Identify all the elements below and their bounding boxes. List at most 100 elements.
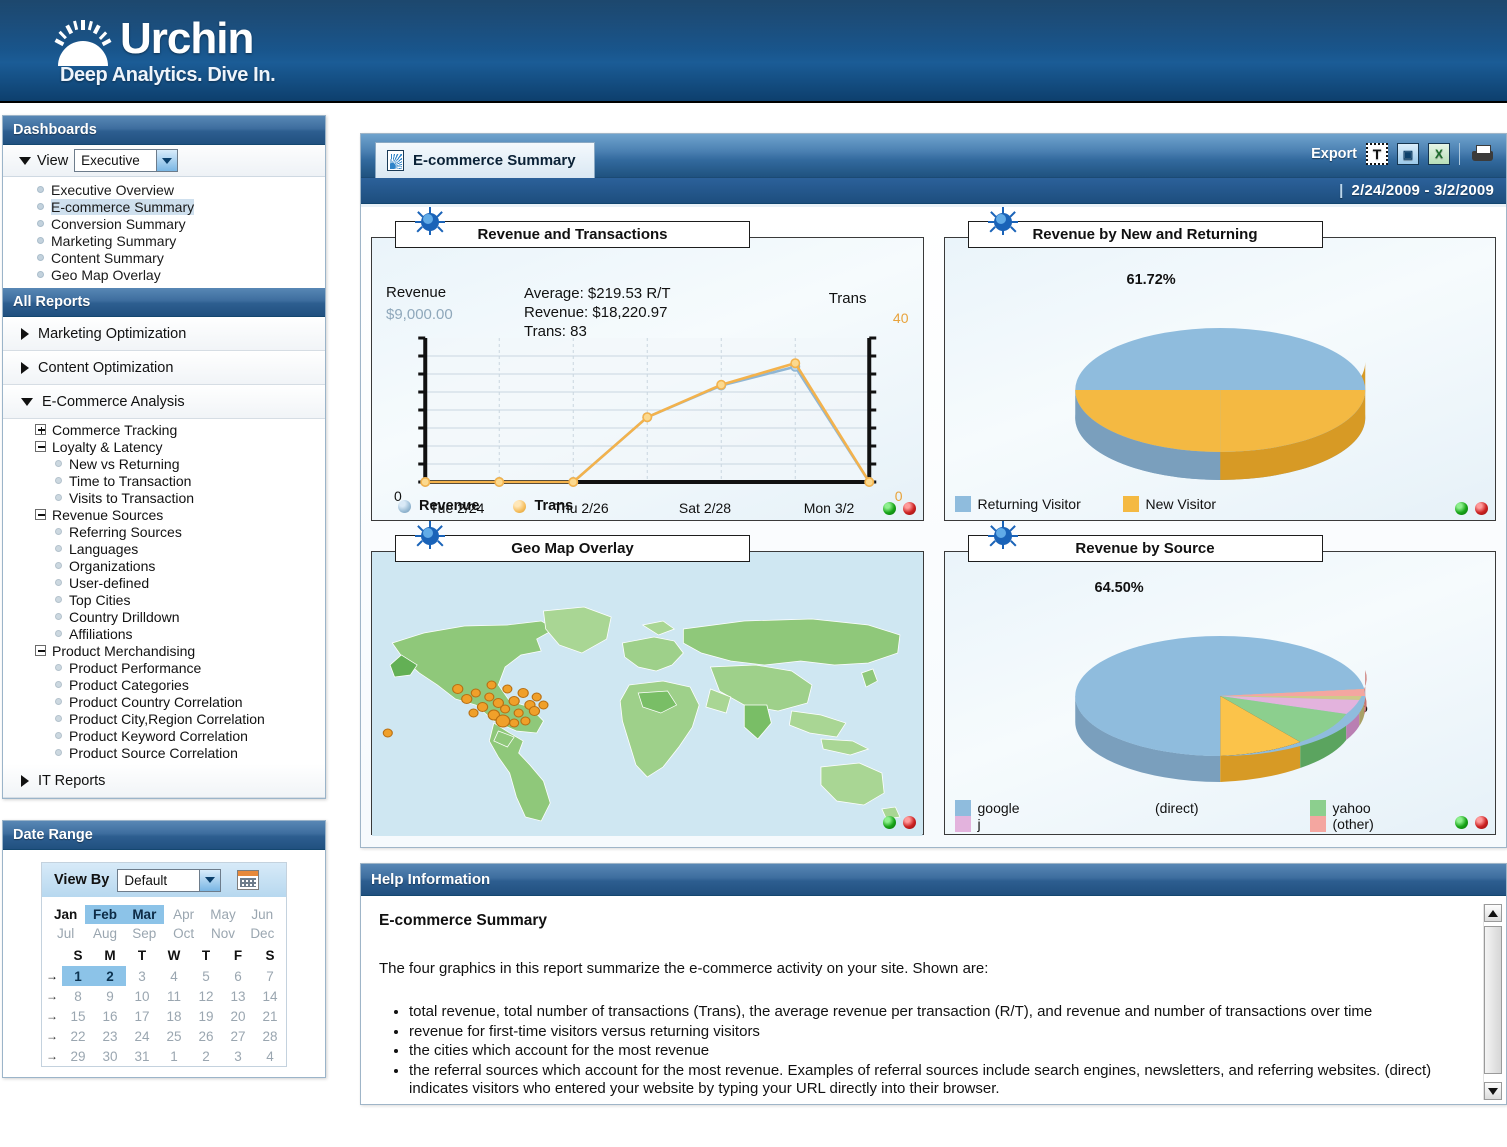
tree-item-product-keyword-correlation[interactable]: Product Keyword Correlation (3, 727, 325, 744)
tree-item-product-merchandising[interactable]: Product Merchandising (3, 642, 325, 659)
calendar-month-dec[interactable]: Dec (243, 924, 282, 943)
tree-item-languages[interactable]: Languages (3, 540, 325, 557)
panel-green-dot-icon[interactable] (1455, 816, 1468, 829)
calendar-day[interactable]: 31 (126, 1046, 158, 1066)
printer-icon[interactable] (1469, 143, 1496, 165)
tree-item-revenue-sources[interactable]: Revenue Sources (3, 506, 325, 523)
calendar-month-jul[interactable]: Jul (46, 924, 85, 943)
calendar-day[interactable]: 2 (94, 966, 126, 986)
tree-item-organizations[interactable]: Organizations (3, 557, 325, 574)
report-category-content-optimization[interactable]: Content Optimization (3, 351, 325, 385)
calendar-day[interactable]: 9 (94, 986, 126, 1006)
tree-item-referring-sources[interactable]: Referring Sources (3, 523, 325, 540)
calendar-day[interactable]: 4 (158, 966, 190, 986)
tree-item-product-source-correlation[interactable]: Product Source Correlation (3, 744, 325, 761)
calendar-month-nov[interactable]: Nov (203, 924, 242, 943)
calendar-day[interactable]: 26 (190, 1026, 222, 1046)
calendar-day[interactable]: 18 (158, 1006, 190, 1026)
calendar-day[interactable]: 13 (222, 986, 254, 1006)
tree-item-product-city-region-correlation[interactable]: Product City,Region Correlation (3, 710, 325, 727)
calendar-day[interactable]: 20 (222, 1006, 254, 1026)
panel-green-dot-icon[interactable] (882, 502, 896, 515)
calendar-day[interactable]: 15 (62, 1006, 94, 1026)
calendar-day[interactable]: 3 (126, 966, 158, 986)
tree-item-country-drilldown[interactable]: Country Drilldown (3, 608, 325, 625)
calendar-day[interactable]: 10 (126, 986, 158, 1006)
panel-green-dot-icon[interactable] (882, 816, 896, 829)
calendar-month-apr[interactable]: Apr (164, 905, 203, 924)
calendar-day[interactable]: 4 (254, 1046, 286, 1066)
calendar-day[interactable]: 1 (158, 1046, 190, 1066)
calendar-day[interactable]: 5 (190, 966, 222, 986)
collapse-icon[interactable] (35, 645, 46, 656)
calendar-day[interactable]: 7 (254, 966, 286, 986)
calendar-month-oct[interactable]: Oct (164, 924, 203, 943)
tree-item-product-categories[interactable]: Product Categories (3, 676, 325, 693)
text-export-icon[interactable]: T (1366, 143, 1388, 165)
calendar-day[interactable]: 14 (254, 986, 286, 1006)
view-select[interactable]: Executive (74, 149, 179, 172)
report-category-marketing-optimization[interactable]: Marketing Optimization (3, 317, 325, 351)
sidebar-item-executive-overview[interactable]: Executive Overview (3, 181, 325, 198)
scroll-up-button[interactable] (1484, 904, 1502, 922)
calendar-day[interactable]: 27 (222, 1026, 254, 1046)
collapse-icon[interactable] (35, 509, 46, 520)
calendar-day[interactable]: 19 (190, 1006, 222, 1026)
view-select-arrow-icon[interactable] (156, 150, 178, 171)
tab-ecommerce-summary[interactable]: E-commerce Summary (375, 142, 595, 178)
select-week-arrow-icon[interactable]: → (42, 1026, 62, 1046)
report-category-e-commerce-analysis[interactable]: E-Commerce Analysis (3, 385, 325, 419)
calendar-day[interactable]: 29 (62, 1046, 94, 1066)
tree-item-product-performance[interactable]: Product Performance (3, 659, 325, 676)
calendar-day[interactable]: 22 (62, 1026, 94, 1046)
chevron-down-icon[interactable] (19, 156, 31, 165)
tree-item-loyalty-latency[interactable]: Loyalty & Latency (3, 438, 325, 455)
calendar-day[interactable]: 8 (62, 986, 94, 1006)
tree-item-top-cities[interactable]: Top Cities (3, 591, 325, 608)
expand-icon[interactable] (35, 424, 46, 435)
calendar-day[interactable]: 11 (158, 986, 190, 1006)
tree-item-product-country-correlation[interactable]: Product Country Correlation (3, 693, 325, 710)
calendar-day[interactable]: 28 (254, 1026, 286, 1046)
calendar-day[interactable]: 2 (190, 1046, 222, 1066)
sidebar-item-content-summary[interactable]: Content Summary (3, 249, 325, 266)
xml-export-icon[interactable]: ▣ (1397, 143, 1419, 165)
tree-item-time-to-transaction[interactable]: Time to Transaction (3, 472, 325, 489)
report-category-it-reports[interactable]: IT Reports (3, 764, 325, 798)
calendar-month-mar[interactable]: Mar (124, 905, 164, 924)
select-week-arrow-icon[interactable]: → (42, 1006, 62, 1026)
help-scrollbar[interactable] (1483, 904, 1502, 1100)
calendar-day[interactable]: 17 (126, 1006, 158, 1026)
calendar-day[interactable]: 3 (222, 1046, 254, 1066)
collapse-icon[interactable] (35, 441, 46, 452)
view-by-select[interactable]: Default (117, 868, 222, 892)
calendar-picker-icon[interactable] (237, 870, 260, 890)
excel-export-icon[interactable]: X (1428, 143, 1450, 165)
panel-red-dot-icon[interactable] (1475, 502, 1488, 515)
calendar-day[interactable]: 1 (62, 966, 94, 986)
calendar-day[interactable]: 16 (94, 1006, 126, 1026)
scrollbar-thumb[interactable] (1484, 926, 1502, 1074)
calendar-day[interactable]: 6 (222, 966, 254, 986)
scroll-down-button[interactable] (1484, 1082, 1502, 1100)
sidebar-item-geo-map-overlay[interactable]: Geo Map Overlay (3, 266, 325, 283)
sidebar-item-conversion-summary[interactable]: Conversion Summary (3, 215, 325, 232)
calendar-day[interactable]: 12 (190, 986, 222, 1006)
tree-item-user-defined[interactable]: User-defined (3, 574, 325, 591)
calendar-month-feb[interactable]: Feb (85, 905, 125, 924)
panel-red-dot-icon[interactable] (902, 502, 916, 515)
sidebar-item-e-commerce-summary[interactable]: E-commerce Summary (3, 198, 325, 215)
calendar-day[interactable]: 21 (254, 1006, 286, 1026)
calendar-day[interactable]: 24 (126, 1026, 158, 1046)
calendar-day[interactable]: 30 (94, 1046, 126, 1066)
calendar-month-jan[interactable]: Jan (46, 905, 85, 924)
calendar-month-sep[interactable]: Sep (125, 924, 164, 943)
tree-item-visits-to-transaction[interactable]: Visits to Transaction (3, 489, 325, 506)
tree-item-new-vs-returning[interactable]: New vs Returning (3, 455, 325, 472)
calendar-month-jun[interactable]: Jun (243, 905, 282, 924)
select-week-arrow-icon[interactable]: → (42, 966, 62, 986)
panel-red-dot-icon[interactable] (1475, 816, 1488, 829)
select-week-arrow-icon[interactable]: → (42, 1046, 62, 1066)
calendar-month-may[interactable]: May (203, 905, 242, 924)
calendar-day[interactable]: 23 (94, 1026, 126, 1046)
